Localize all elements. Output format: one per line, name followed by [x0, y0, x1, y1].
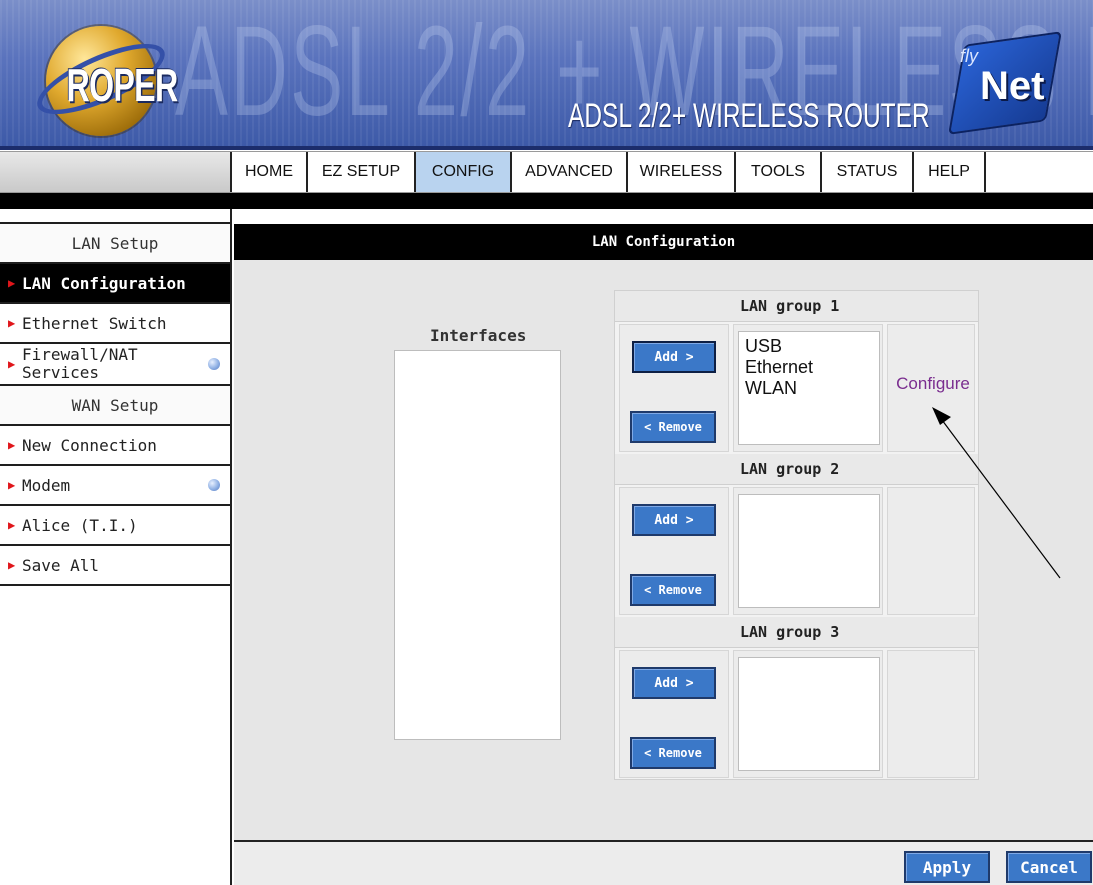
arrow-right-icon: ▶ — [8, 316, 16, 330]
sidebar-item-alice[interactable]: ▶ Alice (T.I.) — [0, 506, 230, 546]
arrow-right-icon: ▶ — [8, 357, 16, 371]
arrow-right-icon: ▶ — [8, 518, 16, 532]
lan-group-3-title: LAN group 3 — [615, 617, 978, 648]
header-banner: ADSL 2/2 + WIRELESS ROUTER ROPER ADSL 2/… — [0, 0, 1093, 150]
lan-group-3-button-cell: Add > < Remove — [619, 650, 729, 778]
sidebar-item-lan-configuration[interactable]: ▶ LAN Configuration — [0, 264, 230, 304]
lan-group-3-list-cell — [733, 650, 883, 778]
configure-link[interactable]: Configure — [885, 374, 981, 394]
product-title: ADSL 2/2+ WIRELESS ROUTER — [568, 97, 930, 135]
lan-group-1: Add > < Remove USB Ethernet WLAN Configu… — [615, 322, 978, 454]
expand-dot-icon[interactable] — [208, 358, 220, 370]
page-title: LAN Configuration — [234, 224, 1093, 260]
sidebar-item-label: Ethernet Switch — [22, 313, 167, 333]
arrow-right-icon: ▶ — [8, 276, 16, 290]
interfaces-label: Interfaces — [430, 326, 527, 345]
tab-ez-setup[interactable]: EZ SETUP — [308, 152, 416, 192]
sidebar-item-label: Modem — [22, 475, 71, 495]
lan-group-1-listbox[interactable]: USB Ethernet WLAN — [738, 331, 880, 445]
sidebar-item-label: LAN Configuration — [22, 273, 186, 293]
arrow-right-icon: ▶ — [8, 478, 16, 492]
lan-group-1-title: LAN group 1 — [615, 291, 978, 322]
list-item[interactable]: WLAN — [745, 378, 879, 399]
lan-group-3-add-button[interactable]: Add > — [632, 667, 716, 699]
flynet-logo: fly Net — [944, 24, 1062, 135]
sidebar-item-modem[interactable]: ▶ Modem — [0, 466, 230, 506]
arrow-right-icon: ▶ — [8, 558, 16, 572]
logo-text: ROPER — [66, 59, 179, 111]
sidebar-item-label: Save All — [22, 555, 100, 575]
sidebar-item-firewall-nat[interactable]: ▶ Firewall/NAT Services — [0, 344, 230, 386]
tab-help[interactable]: HELP — [914, 152, 986, 192]
lan-group-3-configure-cell — [887, 650, 975, 778]
top-nav: HOME EZ SETUP CONFIG ADVANCED WIRELESS T… — [0, 151, 1093, 193]
lan-group-2-title: LAN group 2 — [615, 454, 978, 485]
tab-tools[interactable]: TOOLS — [736, 152, 822, 192]
lan-group-3-remove-button[interactable]: < Remove — [630, 737, 716, 769]
sidebar: LAN Setup ▶ LAN Configuration ▶ Ethernet… — [0, 209, 232, 885]
flynet-logo-small: fly — [960, 46, 978, 66]
tab-wireless[interactable]: WIRELESS — [628, 152, 736, 192]
apply-button[interactable]: Apply — [904, 851, 990, 883]
sidebar-item-label: New Connection — [22, 435, 157, 455]
sidebar-item-save-all[interactable]: ▶ Save All — [0, 546, 230, 586]
list-item[interactable]: USB — [745, 336, 879, 357]
sidebar-header-wan: WAN Setup — [0, 386, 230, 426]
lan-group-1-button-cell: Add > < Remove — [619, 324, 729, 452]
lan-group-1-list-cell: USB Ethernet WLAN — [733, 324, 883, 452]
interfaces-listbox[interactable] — [394, 350, 561, 740]
lan-group-2: Add > < Remove — [615, 485, 978, 617]
sidebar-item-label: Firewall/NAT Services — [22, 345, 138, 382]
lan-group-1-remove-button[interactable]: < Remove — [630, 411, 716, 443]
tab-home[interactable]: HOME — [232, 152, 308, 192]
tab-advanced[interactable]: ADVANCED — [512, 152, 628, 192]
lan-group-3: Add > < Remove — [615, 648, 978, 780]
nav-divider — [0, 193, 1093, 209]
nav-tabs: HOME EZ SETUP CONFIG ADVANCED WIRELESS T… — [232, 152, 986, 192]
expand-dot-icon[interactable] — [208, 479, 220, 491]
lan-group-2-list-cell — [733, 487, 883, 615]
sidebar-header-lan: LAN Setup — [0, 224, 230, 264]
lan-group-2-add-button[interactable]: Add > — [632, 504, 716, 536]
tab-config[interactable]: CONFIG — [416, 152, 512, 192]
tab-status[interactable]: STATUS — [822, 152, 914, 192]
lan-config-panel: Interfaces LAN group 1 Add > < Remove US… — [234, 260, 1093, 840]
lan-group-2-configure-cell — [887, 487, 975, 615]
lan-group-2-listbox[interactable] — [738, 494, 880, 608]
lan-groups-table: LAN group 1 Add > < Remove USB Ethernet … — [614, 290, 979, 780]
cancel-button[interactable]: Cancel — [1006, 851, 1092, 883]
lan-group-2-button-cell: Add > < Remove — [619, 487, 729, 615]
nav-spacer — [0, 152, 232, 192]
lan-group-1-add-button[interactable]: Add > — [632, 341, 716, 373]
sidebar-spacer — [0, 209, 230, 224]
lan-group-2-remove-button[interactable]: < Remove — [630, 574, 716, 606]
sidebar-item-new-connection[interactable]: ▶ New Connection — [0, 426, 230, 466]
sidebar-item-ethernet-switch[interactable]: ▶ Ethernet Switch — [0, 304, 230, 344]
lan-group-3-listbox[interactable] — [738, 657, 880, 771]
flynet-logo-text: Net — [980, 64, 1045, 108]
footer-bar: Apply Cancel — [234, 840, 1093, 885]
arrow-right-icon: ▶ — [8, 438, 16, 452]
list-item[interactable]: Ethernet — [745, 357, 879, 378]
sidebar-item-label: Alice (T.I.) — [22, 515, 138, 535]
roper-logo: ROPER — [28, 12, 179, 146]
